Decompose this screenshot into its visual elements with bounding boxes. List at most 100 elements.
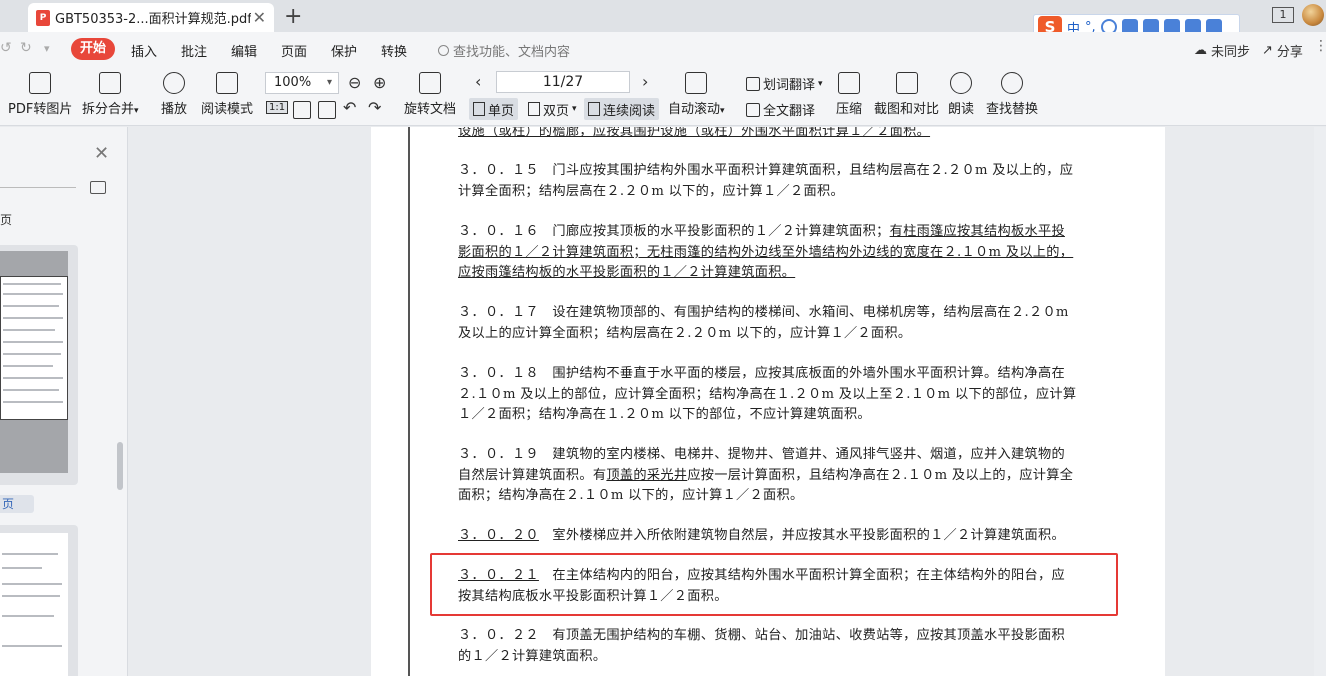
share-label: 分享 bbox=[1276, 45, 1303, 60]
menu-insert[interactable]: 插入 bbox=[131, 41, 157, 60]
full-translate-label: 全文翻译 bbox=[763, 104, 816, 119]
auto-scroll-button[interactable]: 自动滚动▾ bbox=[668, 72, 725, 117]
play-icon bbox=[163, 72, 185, 94]
panel-scrollbar[interactable] bbox=[117, 442, 123, 490]
double-page-button[interactable]: 双页 ▾ bbox=[524, 98, 581, 120]
image-icon bbox=[29, 72, 52, 94]
close-tab-icon[interactable]: ✕ bbox=[253, 8, 266, 27]
window-count-icon[interactable]: 1 bbox=[1272, 7, 1294, 23]
menu-edit[interactable]: 编辑 bbox=[231, 41, 257, 60]
share-button[interactable]: ↗ 分享 bbox=[1262, 41, 1303, 60]
image-view-icon[interactable] bbox=[90, 181, 106, 194]
book-icon bbox=[216, 72, 238, 94]
find-replace-label: 查找替换 bbox=[986, 102, 1039, 117]
translate-icon bbox=[746, 76, 760, 91]
word-translate-button[interactable]: 划词翻译 ▾ bbox=[746, 74, 823, 93]
tab-title: GBT50353-2...面积计算规范.pdf bbox=[55, 12, 251, 27]
clause-3-0-19: ３．０．１９ 建筑物的室内楼梯、电梯井、提物井、管道井、通风排气竖井、烟道，应并… bbox=[458, 445, 1078, 507]
more-icon[interactable]: ⋮ bbox=[1314, 38, 1326, 54]
clause-3-0-15: ３．０．１５ 门斗应按其围护结构外围水平面积计算建筑面积，且结构层高在２.２０m… bbox=[458, 163, 1074, 199]
compress-label: 压缩 bbox=[836, 102, 863, 117]
auto-scroll-label: 自动滚动 bbox=[668, 102, 721, 117]
fit-page-icon[interactable] bbox=[293, 101, 311, 119]
prev-page-icon[interactable]: ‹ bbox=[475, 72, 481, 91]
page-thumbnail-next[interactable] bbox=[0, 525, 78, 676]
panel-divider bbox=[0, 187, 76, 188]
zoom-in-icon[interactable]: ⊕ bbox=[373, 73, 386, 92]
rotate-left-icon[interactable]: ↶ bbox=[343, 98, 356, 117]
single-page-label: 单页 bbox=[488, 103, 515, 119]
undo-icon[interactable]: ↺ bbox=[0, 40, 12, 56]
play-button[interactable]: 播放 bbox=[161, 72, 187, 117]
fit-width-icon[interactable] bbox=[318, 101, 336, 119]
next-page-icon[interactable]: › bbox=[642, 72, 648, 91]
rotate-document-button[interactable]: 旋转文档 bbox=[404, 72, 456, 117]
read-aloud-button[interactable]: 朗读 bbox=[948, 72, 974, 117]
clause-3-0-22: ３．０．２２ 有顶盖无围护结构的车棚、货棚、站台、加油站、收费站等，应按其顶盖水… bbox=[458, 628, 1065, 664]
screenshot-icon bbox=[895, 72, 918, 94]
panel-page-label: 页 bbox=[0, 213, 13, 227]
close-panel-icon[interactable]: ✕ bbox=[94, 143, 109, 164]
magnifier-icon bbox=[1001, 72, 1023, 94]
screenshot-compare-label: 截图和对比 bbox=[874, 102, 940, 117]
tab-bar: P GBT50353-2...面积计算规范.pdf ✕ + S 中 °, 1 bbox=[0, 0, 1326, 40]
compress-icon bbox=[838, 72, 860, 94]
continuous-read-label: 连续阅读 bbox=[603, 103, 656, 119]
find-replace-button[interactable]: 查找替换 bbox=[986, 72, 1038, 117]
clause-3-0-20: ３．０．２０ 室外楼梯应并入所依附建筑物自然层，并应按其水平投影面积的１／２计算… bbox=[458, 526, 1078, 547]
single-page-button[interactable]: 单页 bbox=[469, 98, 519, 120]
read-mode-button[interactable]: 阅读模式 bbox=[201, 72, 253, 117]
double-page-label: 双页 bbox=[543, 103, 570, 119]
toolbar: PDF转图片 拆分合并▾ 播放 阅读模式 100% ▾ ⊖ ⊕ 1:1 ↶ ↷ … bbox=[0, 66, 1326, 126]
actual-size-button[interactable]: 1:1 bbox=[266, 101, 289, 114]
zoom-select[interactable]: 100% ▾ bbox=[265, 72, 339, 94]
zoom-out-icon[interactable]: ⊖ bbox=[348, 73, 361, 92]
continuous-read-button[interactable]: 连续阅读 bbox=[584, 98, 660, 120]
pdf-file-icon: P bbox=[36, 9, 50, 26]
pdf-to-image-button[interactable]: PDF转图片 bbox=[8, 72, 72, 117]
compress-button[interactable]: 压缩 bbox=[836, 72, 862, 117]
full-translate-button[interactable]: 全文翻译 bbox=[746, 100, 815, 119]
clause-3-0-16-text: ３．０．１６ 门廊应按其顶板的水平投影面积的１／２计算建筑面积； bbox=[458, 224, 890, 239]
page-number-input[interactable]: 11/27 bbox=[496, 71, 630, 93]
menu-annotate[interactable]: 批注 bbox=[181, 41, 207, 60]
menu-convert[interactable]: 转换 bbox=[381, 41, 407, 60]
share-icon: ↗ bbox=[1262, 43, 1273, 58]
menu-page[interactable]: 页面 bbox=[281, 41, 307, 60]
search-placeholder: 查找功能、文档内容 bbox=[453, 45, 571, 60]
rotate-document-icon bbox=[419, 72, 441, 94]
split-merge-icon bbox=[99, 72, 122, 94]
clause-3-0-18: ３．０．１８ 围护结构不垂直于水平面的楼层，应按其底板面的外墙外围水平面积计算。… bbox=[458, 366, 1077, 422]
menu-bar: ↺ ↻ ▾ 开始 插入 批注 编辑 页面 保护 转换 查找功能、文档内容 ☁ 未… bbox=[0, 32, 1326, 66]
chevron-down-icon[interactable]: ▾ bbox=[44, 42, 50, 55]
pdf-to-image-label: PDF转图片 bbox=[8, 102, 73, 117]
highlight-box bbox=[430, 553, 1118, 616]
search-icon bbox=[438, 45, 449, 56]
document-tab[interactable]: P GBT50353-2...面积计算规范.pdf ✕ bbox=[28, 3, 274, 32]
menu-start[interactable]: 开始 bbox=[71, 38, 115, 60]
sync-button[interactable]: ☁ 未同步 bbox=[1194, 41, 1250, 60]
page-binding-line bbox=[408, 127, 410, 676]
rotate-right-icon[interactable]: ↷ bbox=[368, 98, 381, 117]
chevron-down-icon: ▾ bbox=[326, 77, 332, 88]
menu-protect[interactable]: 保护 bbox=[331, 41, 357, 60]
full-translate-icon bbox=[746, 102, 760, 117]
page-thumbnail-current[interactable] bbox=[0, 245, 78, 485]
rotate-document-label: 旋转文档 bbox=[404, 102, 457, 117]
new-tab-button[interactable]: + bbox=[284, 4, 302, 29]
split-merge-button[interactable]: 拆分合并▾ bbox=[82, 72, 139, 117]
text-line-top: 设施（或柱）的檐廊，应按其围护设施（或柱）外围水平面积计算１／２面积。 bbox=[458, 127, 931, 139]
document-scrollbar[interactable] bbox=[1314, 127, 1326, 676]
clause-3-0-16: ３．０．１６ 门廊应按其顶板的水平投影面积的１／２计算建筑面积；有柱雨篷应按其结… bbox=[458, 222, 1078, 284]
search-box[interactable]: 查找功能、文档内容 bbox=[438, 41, 570, 60]
thumbnail-page-label[interactable]: 页 bbox=[0, 495, 34, 513]
play-label: 播放 bbox=[161, 102, 188, 117]
cloud-icon: ☁ bbox=[1194, 43, 1207, 58]
continuous-read-icon bbox=[588, 102, 600, 116]
pdf-page: 设施（或柱）的檐廊，应按其围护设施（或柱）外围水平面积计算１／２面积。 ３．０．… bbox=[371, 127, 1165, 676]
clause-3-0-17: ３．０．１７ 设在建筑物顶部的、有围护结构的楼梯间、水箱间、电梯机房等，结构层高… bbox=[458, 305, 1069, 341]
screenshot-compare-button[interactable]: 截图和对比 bbox=[874, 72, 939, 117]
document-viewport[interactable]: 设施（或柱）的檐廊，应按其围护设施（或柱）外围水平面积计算１／２面积。 ３．０．… bbox=[129, 127, 1326, 676]
avatar[interactable] bbox=[1302, 4, 1324, 26]
redo-icon[interactable]: ↻ bbox=[20, 40, 32, 56]
